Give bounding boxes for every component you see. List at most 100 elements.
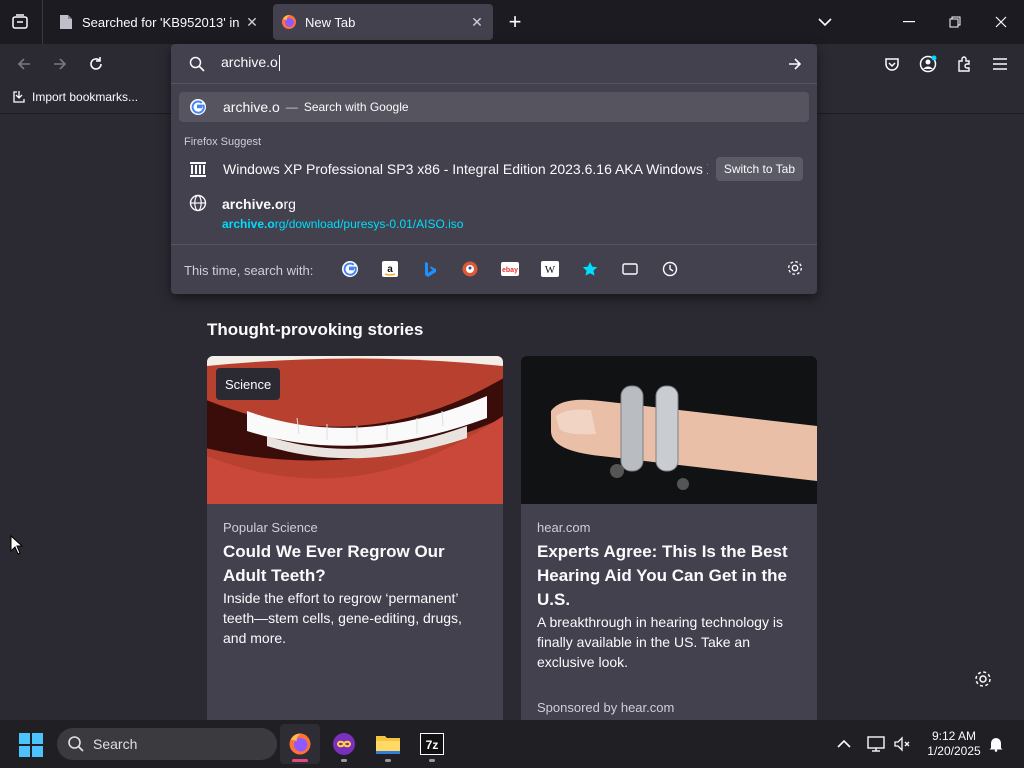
tab-icon (622, 263, 638, 275)
firefox-view-icon (12, 14, 28, 29)
folder-icon (376, 736, 400, 754)
gear-icon (975, 671, 991, 687)
hamburger-menu-icon (993, 58, 1007, 70)
chevron-up-icon (837, 739, 851, 748)
account-button[interactable] (914, 50, 942, 78)
running-indicator (429, 759, 435, 762)
star-icon (582, 262, 598, 276)
one-off-search-row: This time, search with: a ebay W (171, 244, 817, 294)
google-icon (342, 261, 358, 277)
arrow-right-icon (789, 58, 802, 70)
close-icon[interactable]: ✕ (469, 14, 485, 30)
taskbar-search-label: Search (93, 736, 138, 752)
archive-org-icon (190, 162, 206, 177)
gear-icon (788, 261, 802, 275)
volume-tray-icon[interactable] (892, 734, 912, 754)
site-suggestion[interactable]: archive.org archive.org/download/puresys… (179, 190, 809, 236)
firefox-icon (289, 733, 311, 755)
amazon-engine-button[interactable]: a (380, 259, 400, 279)
tab-new-tab[interactable]: New Tab ✕ (273, 4, 493, 40)
forward-button[interactable] (46, 50, 74, 78)
bing-engine-button[interactable] (420, 259, 440, 279)
go-button[interactable] (785, 54, 805, 74)
import-bookmarks-label: Import bookmarks... (32, 90, 139, 104)
google-icon (190, 99, 206, 115)
taskbar-file-explorer[interactable] (368, 724, 408, 764)
story-card-teeth[interactable]: Science Popular Science Could We Ever Re… (207, 356, 503, 720)
story-source: Popular Science (223, 520, 318, 535)
taskbar-7zip[interactable]: 7z (412, 724, 452, 764)
close-icon[interactable]: ✕ (244, 14, 260, 30)
story-excerpt: Inside the effort to regrow ‘permanent’ … (223, 590, 462, 646)
bookmarks-engine-button[interactable] (580, 259, 600, 279)
start-button[interactable] (18, 732, 44, 758)
history-engine-button[interactable] (660, 259, 680, 279)
import-bookmarks-button[interactable]: Import bookmarks... (12, 90, 138, 104)
chevron-down-icon (818, 18, 832, 27)
google-engine-button[interactable] (340, 259, 360, 279)
restore-button[interactable] (932, 0, 978, 44)
extensions-button[interactable] (950, 50, 978, 78)
back-arrow-icon (17, 58, 30, 70)
back-button[interactable] (10, 50, 38, 78)
tabs-engine-button[interactable] (620, 259, 640, 279)
minimize-button[interactable] (886, 0, 932, 44)
restore-icon (949, 16, 961, 28)
suggestion-title: Windows XP Professional SP3 x86 - Integr… (223, 161, 708, 177)
urlbar-input[interactable]: archive.o (221, 54, 761, 76)
bell-icon (989, 738, 1003, 752)
firefox-icon (281, 14, 297, 30)
urlbar-input-row: archive.o (171, 44, 817, 84)
firefox-view-button[interactable] (6, 8, 34, 36)
customize-newtab-button[interactable] (973, 669, 993, 689)
story-card-hearing-aid[interactable]: hear.com Experts Agree: This Is the Best… (521, 356, 817, 720)
sponsored-label: Sponsored by hear.com (537, 700, 675, 715)
google-search-suggestion[interactable]: archive.o — Search with Google (179, 92, 809, 122)
svg-text:a: a (387, 264, 393, 275)
one-off-label: This time, search with: (184, 263, 314, 278)
forward-arrow-icon (54, 58, 67, 70)
taskbar-app-infinity[interactable] (324, 724, 364, 764)
running-indicator (385, 759, 391, 762)
puzzle-icon (958, 56, 970, 72)
show-hidden-icons-button[interactable] (834, 734, 854, 754)
wikipedia-engine-button[interactable]: W (540, 259, 560, 279)
taskbar-search-box[interactable]: Search (57, 728, 277, 760)
network-tray-icon[interactable] (866, 734, 886, 754)
close-window-button[interactable] (978, 0, 1024, 44)
switch-to-tab-button[interactable]: Switch to Tab (715, 157, 803, 181)
list-all-tabs-button[interactable] (802, 0, 848, 44)
mouse-pointer-icon (10, 534, 24, 555)
site-title: archive.org (222, 196, 296, 212)
suggestion-text: archive.o (223, 99, 280, 115)
urlbar-value: archive.o (221, 54, 278, 70)
minimize-icon (903, 21, 915, 23)
notifications-button[interactable] (986, 734, 1006, 754)
category-badge: Science (216, 368, 281, 400)
taskbar-firefox[interactable] (280, 724, 320, 764)
taskbar-clock[interactable]: 9:12 AM 1/20/2025 (924, 729, 984, 759)
ebay-icon: ebay (501, 262, 519, 276)
story-image-hearing-aid (521, 356, 817, 504)
svg-text:7z: 7z (426, 738, 439, 752)
ebay-engine-button[interactable]: ebay (500, 259, 520, 279)
tab-strip: Searched for 'KB952013' in Files ✕ New T… (0, 0, 1024, 44)
pocket-icon (885, 58, 899, 71)
search-icon (68, 736, 84, 752)
import-icon (13, 91, 25, 103)
pocket-button[interactable] (878, 50, 906, 78)
site-url: archive.org/download/puresys-0.01/AISO.i… (222, 217, 464, 231)
new-tab-button[interactable]: + (503, 8, 527, 36)
reload-button[interactable] (82, 50, 110, 78)
search-settings-button[interactable] (786, 259, 806, 279)
clock-icon (662, 261, 678, 277)
open-tab-suggestion[interactable]: Windows XP Professional SP3 x86 - Integr… (179, 154, 809, 184)
tab-files-search[interactable]: Searched for 'KB952013' in Files ✕ (50, 4, 268, 40)
windows-taskbar: Search 7z 9:12 AM 1/20/2025 (0, 720, 1024, 768)
wikipedia-icon: W (541, 261, 559, 277)
duckduckgo-engine-button[interactable] (460, 259, 480, 279)
svg-text:W: W (545, 264, 556, 276)
app-menu-button[interactable] (986, 50, 1014, 78)
story-image-teeth: Science (207, 356, 503, 504)
story-headline: Could We Ever Regrow Our Adult Teeth? (223, 542, 445, 585)
